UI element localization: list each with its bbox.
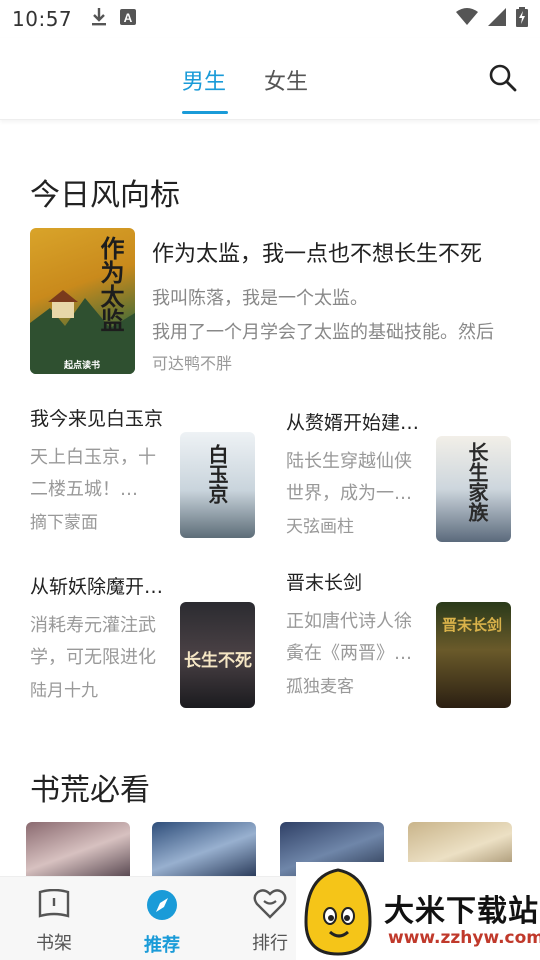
- download-icon: [90, 7, 108, 31]
- book-author: 摘下蒙面: [30, 513, 98, 533]
- book-cover-title: 长生不死: [184, 651, 252, 671]
- book-cover-title: 白玉京: [205, 444, 229, 504]
- featured-book-desc: 我用了一个月学会了太监的基础技能。然后: [152, 322, 494, 343]
- book-cover[interactable]: 长生不死: [180, 602, 255, 708]
- book-cover[interactable]: 长生家族: [436, 436, 511, 542]
- watermark-url: www.zzhyw.com: [388, 928, 540, 948]
- featured-book-author: 可达鸭不胖: [152, 354, 233, 373]
- section-title-trending: 今日风向标: [30, 178, 180, 213]
- book-desc: 消耗寿元灌注武 学，可无限进化: [30, 615, 156, 668]
- book-cover-title: 晋末长剑: [442, 616, 503, 634]
- active-tab-indicator: [182, 111, 228, 114]
- featured-cover-publisher: 起点读书: [64, 361, 101, 371]
- egg-mascot-icon: [304, 868, 372, 956]
- nav-label: 推荐: [144, 935, 180, 956]
- book-cover-title: 长生家族: [465, 442, 489, 522]
- nav-ranking[interactable]: 排行: [240, 889, 300, 955]
- compass-icon: [147, 890, 177, 920]
- book-title: 晋末长剑: [286, 572, 363, 594]
- search-button[interactable]: [488, 63, 518, 93]
- book-author: 孤独麦客: [286, 677, 354, 697]
- book-desc: 天上白玉京，十 二楼五城！…: [30, 447, 156, 500]
- svg-text:A: A: [124, 11, 133, 25]
- nav-label: 书架: [36, 933, 72, 954]
- watermark-title: 大米下载站: [384, 894, 539, 929]
- status-bar: 10:57 A: [0, 0, 540, 38]
- book-cover[interactable]: 晋末长剑: [436, 602, 511, 708]
- nav-recommend[interactable]: 推荐: [132, 889, 192, 957]
- book-card[interactable]: 我今来见白玉京 天上白玉京，十 二楼五城！… 摘下蒙面 白玉京: [30, 404, 256, 544]
- featured-book-card[interactable]: 作为太监 起点读书 作为太监，我一点也不想长生不死 我叫陈落，我是一个太监。 我…: [30, 228, 510, 376]
- book-cover[interactable]: 白玉京: [180, 432, 255, 538]
- book-title: 我今来见白玉京: [30, 408, 164, 430]
- watermark-overlay: 大米下载站 www.zzhyw.com: [296, 862, 540, 960]
- nav-label: 排行: [252, 933, 288, 954]
- nav-bookshelf[interactable]: 书架: [24, 888, 84, 955]
- book-card[interactable]: 晋末长剑 正如唐代诗人徐 夤在《两晋》诗中 孤独麦客 晋末长剑: [286, 568, 512, 708]
- book-author: 陆月十九: [30, 681, 98, 701]
- featured-book-cover[interactable]: 作为太监 起点读书: [30, 228, 135, 374]
- battery-charging-icon: [516, 7, 528, 31]
- book-desc: 陆长生穿越仙侠 世界，成为一个赘婿: [286, 451, 418, 504]
- featured-cover-title: 作为太监: [96, 236, 124, 332]
- book-title: 从赘婿开始建立长生家族: [286, 412, 426, 434]
- book-card[interactable]: 从斩妖除魔开始长生不死 消耗寿元灌注武 学，可无限进化 陆月十九 长生不死: [30, 572, 256, 712]
- heart-rank-icon: [253, 889, 287, 919]
- book-cover[interactable]: [26, 822, 130, 882]
- book-desc: 正如唐代诗人徐 夤在《两晋》诗中: [286, 611, 418, 664]
- search-icon: [489, 64, 517, 92]
- book-card[interactable]: 从赘婿开始建立长生家族 陆长生穿越仙侠 世界，成为一个赘婿 天弦画柱 长生家族: [286, 408, 512, 548]
- status-time: 10:57: [12, 7, 73, 31]
- featured-book-desc: 我叫陈落，我是一个太监。: [152, 288, 368, 309]
- tab-male[interactable]: 男生: [182, 64, 226, 96]
- book-icon: [38, 888, 70, 918]
- section-title-must-read: 书荒必看: [30, 773, 150, 808]
- wifi-icon: [456, 8, 478, 30]
- book-author: 天弦画柱: [286, 517, 354, 537]
- tab-female[interactable]: 女生: [264, 64, 308, 96]
- signal-icon: [488, 8, 506, 30]
- top-tab-bar: 男生 女生: [0, 38, 540, 120]
- book-cover[interactable]: [152, 822, 256, 882]
- book-title: 从斩妖除魔开始长生不死: [30, 576, 170, 598]
- a-badge-icon: A: [120, 9, 137, 29]
- featured-book-title: 作为太监，我一点也不想长生不死: [152, 242, 483, 267]
